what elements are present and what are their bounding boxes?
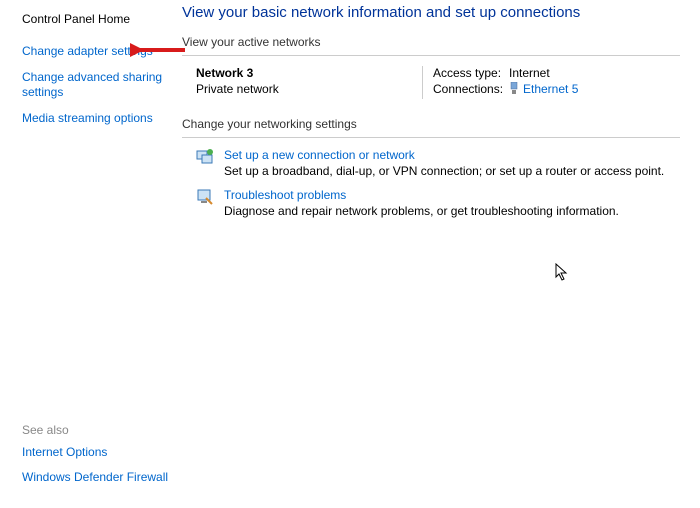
page-title: View your basic network information and … xyxy=(182,4,680,21)
setting-troubleshoot[interactable]: Troubleshoot problems Diagnose and repai… xyxy=(182,188,680,218)
network-name: Network 3 xyxy=(196,66,422,80)
active-network-row: Network 3 Private network Access type: I… xyxy=(182,66,680,99)
access-type-label: Access type: xyxy=(433,66,509,80)
sidebar-change-adapter-settings[interactable]: Change adapter settings xyxy=(22,44,170,60)
setting-new-connection-desc: Set up a broadband, dial-up, or VPN conn… xyxy=(224,164,680,178)
sidebar-media-streaming[interactable]: Media streaming options xyxy=(22,111,170,127)
setting-troubleshoot-desc: Diagnose and repair network problems, or… xyxy=(224,204,680,218)
ethernet-icon xyxy=(509,82,519,97)
see-also-defender-firewall[interactable]: Windows Defender Firewall xyxy=(22,470,170,486)
sidebar-change-advanced-sharing[interactable]: Change advanced sharing settings xyxy=(22,70,170,101)
connection-link[interactable]: Ethernet 5 xyxy=(523,82,578,96)
network-type: Private network xyxy=(196,82,422,96)
access-type-value: Internet xyxy=(509,66,550,80)
setting-new-connection-title[interactable]: Set up a new connection or network xyxy=(224,148,680,162)
connections-label: Connections: xyxy=(433,82,509,97)
see-also-internet-options[interactable]: Internet Options xyxy=(22,445,170,461)
divider xyxy=(182,137,680,138)
setting-new-connection[interactable]: Set up a new connection or network Set u… xyxy=(182,148,680,178)
main-content: View your basic network information and … xyxy=(182,0,700,508)
troubleshoot-icon xyxy=(196,188,214,206)
control-panel-home-link[interactable]: Control Panel Home xyxy=(22,12,170,26)
active-networks-header: View your active networks xyxy=(182,35,680,49)
change-settings-header: Change your networking settings xyxy=(182,117,680,131)
divider xyxy=(182,55,680,56)
sidebar: Control Panel Home Change adapter settin… xyxy=(0,0,182,508)
new-connection-icon xyxy=(196,148,214,166)
see-also-header: See also xyxy=(22,423,170,437)
setting-troubleshoot-title[interactable]: Troubleshoot problems xyxy=(224,188,680,202)
